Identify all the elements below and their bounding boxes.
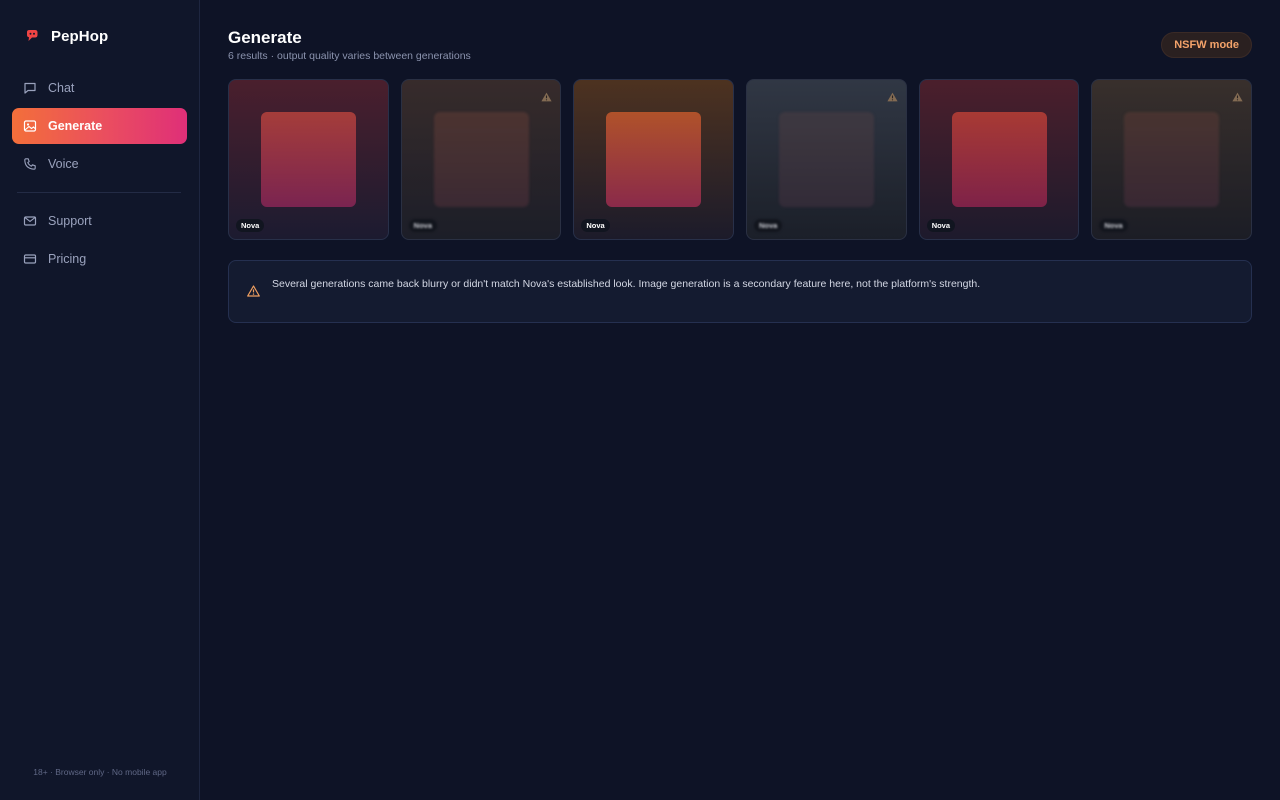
result-card[interactable]: Nova [228, 79, 389, 240]
image-icon [23, 120, 37, 132]
warning-triangle-icon [541, 92, 552, 102]
nav-label-chat: Chat [48, 81, 75, 95]
result-preview [606, 112, 702, 207]
nav-label-voice: Voice [48, 157, 79, 171]
pepper-logo-icon [27, 29, 38, 41]
nav-item-support[interactable]: Support [12, 203, 187, 239]
result-preview [1124, 112, 1220, 207]
result-card[interactable]: Nova [573, 79, 735, 240]
result-card[interactable]: Nova [918, 79, 1080, 240]
results-grid: Nova Nova Nova Nova Nova Nova [228, 79, 1253, 240]
nsfw-mode-button[interactable]: NSFW mode [1161, 32, 1252, 58]
phone-icon [24, 158, 36, 170]
warning-triangle-icon [1232, 92, 1243, 102]
primary-nav: Chat Generate Voice [12, 70, 187, 184]
nav-divider [17, 192, 181, 193]
quality-notice: Several generations came back blurry or … [228, 260, 1252, 323]
brand[interactable]: PepHop [24, 26, 108, 46]
nav-item-chat[interactable]: Chat [12, 70, 187, 106]
result-card[interactable]: Nova [1091, 79, 1253, 240]
result-card[interactable]: Nova [746, 79, 907, 240]
credit-card-icon [23, 254, 37, 264]
result-preview [433, 112, 529, 207]
nav-label-support: Support [48, 214, 92, 228]
nav-item-pricing[interactable]: Pricing [12, 241, 187, 277]
secondary-nav: Support Pricing [12, 203, 187, 279]
page-subtitle: 6 results · output quality varies betwee… [228, 50, 471, 62]
result-preview [779, 112, 875, 207]
result-preview [261, 112, 356, 207]
character-tag: Nova [236, 219, 265, 232]
result-card[interactable]: Nova [400, 79, 562, 240]
character-tag: Nova [581, 219, 610, 232]
character-tag: Nova [408, 219, 438, 232]
nav-item-generate[interactable]: Generate [12, 108, 187, 144]
warning-triangle-icon [247, 285, 260, 297]
sidebar: PepHop Chat Generate Voice Support Prici… [0, 0, 200, 800]
notice-text: Several generations came back blurry or … [272, 278, 981, 290]
brand-name: PepHop [51, 27, 109, 45]
character-tag: Nova [1099, 219, 1128, 232]
page-title: Generate [228, 28, 302, 47]
nav-label-pricing: Pricing [48, 252, 87, 266]
sidebar-footer: 18+ · Browser only · No mobile app [33, 767, 167, 777]
nav-label-generate: Generate [48, 119, 103, 133]
character-tag: Nova [754, 219, 783, 232]
result-preview [951, 112, 1047, 207]
character-tag: Nova [926, 219, 956, 232]
mail-icon [23, 216, 37, 226]
nav-item-voice[interactable]: Voice [12, 146, 187, 182]
chat-bubble-icon [24, 82, 36, 94]
warning-triangle-icon [887, 92, 898, 102]
